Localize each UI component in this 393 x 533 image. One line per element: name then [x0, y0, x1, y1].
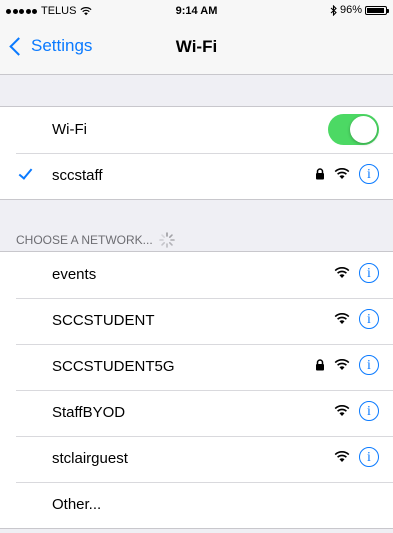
toggle-knob — [350, 116, 377, 143]
info-icon[interactable]: i — [359, 447, 379, 467]
wifi-signal-icon — [334, 359, 350, 370]
network-accessories: i — [334, 447, 379, 467]
connected-network-row[interactable]: sccstaff i — [0, 153, 393, 199]
network-name: SCCSTUDENT5G — [52, 358, 175, 375]
checkmark-icon — [18, 165, 33, 180]
bluetooth-icon — [330, 4, 337, 16]
network-row[interactable]: StaffBYOD i — [0, 390, 393, 436]
network-accessories: i — [315, 164, 379, 184]
status-right: 96% — [330, 4, 389, 16]
wifi-signal-icon — [334, 405, 350, 416]
loading-spinner-icon — [158, 232, 175, 248]
network-name: events — [52, 266, 97, 283]
lock-icon — [316, 359, 324, 371]
wifi-label: Wi-Fi — [52, 121, 87, 138]
network-accessories: i — [334, 309, 379, 329]
network-accessories: i — [334, 263, 379, 283]
wifi-group: Wi-Fi sccstaff i — [0, 106, 393, 200]
lock-icon — [316, 168, 324, 180]
battery-percent: 96% — [339, 4, 362, 16]
wifi-signal-icon — [334, 313, 350, 324]
connected-network-name: sccstaff — [52, 167, 103, 184]
network-name: SCCSTUDENT — [52, 312, 155, 329]
other-network-label: Other... — [52, 496, 102, 513]
network-accessories: i — [334, 401, 379, 421]
network-row[interactable]: SCCSTUDENT i — [0, 298, 393, 344]
wifi-signal-icon — [334, 451, 350, 462]
network-list: events i SCCSTUDENT i SCCSTUDENT5G i Sta… — [0, 251, 393, 529]
network-name: stclairguest — [52, 450, 128, 467]
choose-network-header: CHOOSE A NETWORK... — [16, 232, 175, 248]
network-row[interactable]: stclairguest i — [0, 436, 393, 482]
info-icon[interactable]: i — [359, 309, 379, 329]
battery-icon — [365, 5, 389, 15]
wifi-toggle[interactable] — [328, 114, 379, 145]
info-icon[interactable]: i — [359, 355, 379, 375]
network-row[interactable]: events i — [0, 252, 393, 298]
network-row[interactable]: SCCSTUDENT5G i — [0, 344, 393, 390]
info-icon[interactable]: i — [359, 164, 379, 184]
status-bar: TELUS 9:14 AM 96% — [0, 0, 393, 22]
info-icon[interactable]: i — [359, 401, 379, 421]
wifi-signal-icon — [334, 267, 350, 278]
network-accessories: i — [315, 355, 379, 375]
section-header-label: CHOOSE A NETWORK... — [16, 233, 153, 247]
info-icon[interactable]: i — [359, 263, 379, 283]
wifi-toggle-row: Wi-Fi — [0, 107, 393, 153]
page-title: Wi-Fi — [175, 37, 218, 56]
wifi-signal-icon — [334, 168, 350, 179]
other-network-row[interactable]: Other... — [0, 482, 393, 528]
navigation-bar: Settings Wi-Fi — [0, 22, 393, 75]
network-name: StaffBYOD — [52, 404, 126, 421]
